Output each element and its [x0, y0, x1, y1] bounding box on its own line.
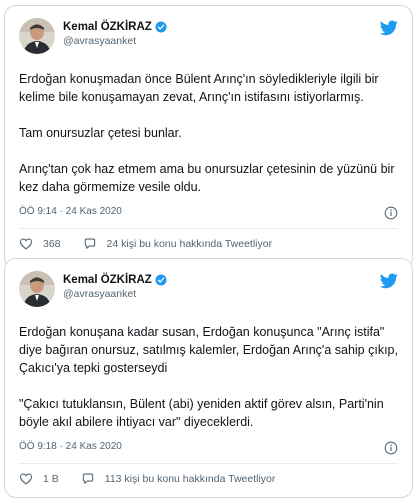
avatar[interactable] [19, 18, 55, 54]
author-name-row[interactable]: Kemal ÖZKİRAZ [63, 274, 167, 286]
heart-icon[interactable] [19, 472, 33, 486]
avatar[interactable] [19, 271, 55, 307]
tweet-paragraph: Arınç'tan çok haz etmem ama bu onursuzla… [19, 162, 395, 194]
tweet-paragraph: Tam onursuzlar çetesi bunlar. [19, 126, 182, 140]
tweet-timestamp[interactable]: ÖÖ 9:18 · 24 Kas 2020 [19, 441, 122, 452]
tweet-actions: 368 24 kişi bu konu hakkında Tweetliyor [19, 229, 398, 259]
heart-icon[interactable] [19, 237, 33, 251]
tweet-paragraph: Erdoğan konuşmadan önce Bülent Arınç'ın … [19, 72, 379, 104]
author-handle[interactable]: @avrasyaanket [63, 35, 167, 47]
tweet-text: Erdoğan konuşmadan önce Bülent Arınç'ın … [19, 70, 398, 196]
tweet-paragraph: Erdoğan konuşana kadar susan, Erdoğan ko… [19, 325, 398, 375]
twitter-bird-icon[interactable] [380, 273, 398, 289]
like-count[interactable]: 1 B [43, 473, 59, 485]
verified-badge-icon [155, 21, 167, 33]
speech-bubble-icon[interactable] [81, 472, 95, 486]
info-icon[interactable] [384, 441, 398, 455]
like-count[interactable]: 368 [43, 238, 61, 250]
verified-badge-icon [155, 274, 167, 286]
author-name-row[interactable]: Kemal ÖZKİRAZ [63, 21, 167, 33]
author-name[interactable]: Kemal ÖZKİRAZ [63, 274, 152, 286]
info-icon[interactable] [384, 206, 398, 220]
tweet-paragraph: "Çakıcı tutuklansın, Bülent (abi) yenide… [19, 397, 384, 429]
tweet-header: Kemal ÖZKİRAZ @avrasyaanket [19, 18, 398, 58]
tweet-card[interactable]: Kemal ÖZKİRAZ @avrasyaanket Erdoğan konu… [4, 258, 413, 498]
tweet-header: Kemal ÖZKİRAZ @avrasyaanket [19, 271, 398, 311]
author-handle[interactable]: @avrasyaanket [63, 288, 167, 300]
tweet-actions: 1 B 113 kişi bu konu hakkında Tweetliyor [19, 464, 398, 494]
speech-bubble-icon[interactable] [83, 237, 97, 251]
twitter-bird-icon[interactable] [380, 20, 398, 36]
author-name[interactable]: Kemal ÖZKİRAZ [63, 21, 152, 33]
tweet-text: Erdoğan konuşana kadar susan, Erdoğan ko… [19, 323, 398, 431]
conversation-count[interactable]: 113 kişi bu konu hakkında Tweetliyor [105, 473, 276, 485]
tweet-timestamp[interactable]: ÖÖ 9:14 · 24 Kas 2020 [19, 206, 122, 217]
tweet-card[interactable]: Kemal ÖZKİRAZ @avrasyaanket Erdoğan konu… [4, 5, 413, 270]
conversation-count[interactable]: 24 kişi bu konu hakkında Tweetliyor [107, 238, 273, 250]
